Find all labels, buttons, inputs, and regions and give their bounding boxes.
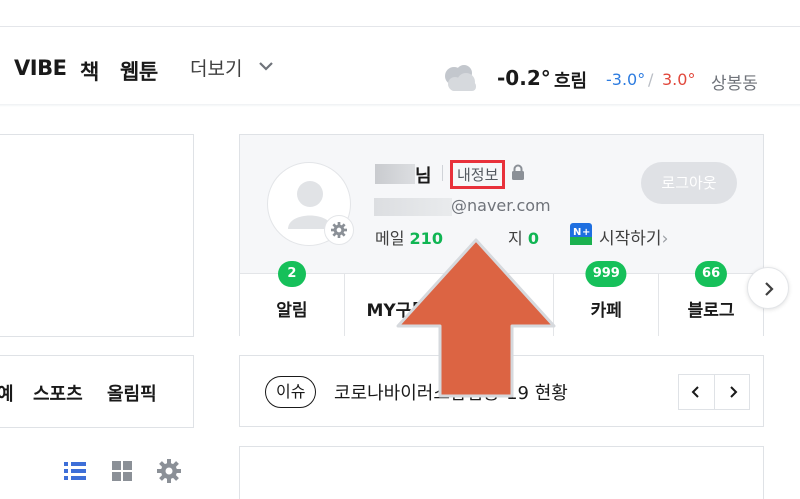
tab-cafe[interactable]: 999 카페 (554, 261, 660, 336)
issue-prev-button[interactable] (679, 375, 715, 409)
temperature-separator: / (648, 70, 654, 89)
start-link-label: 시작하기 (599, 229, 662, 249)
chevron-right-icon (729, 386, 737, 398)
tab-label: 카페 (590, 301, 622, 321)
profile-settings-button[interactable] (324, 215, 354, 245)
lock-icon[interactable] (511, 164, 525, 181)
my-info-link[interactable]: 내정보 (450, 160, 506, 189)
high-temperature: 3.0° (662, 70, 696, 89)
list-view-icon[interactable] (63, 460, 87, 482)
view-toggle-group (60, 458, 190, 488)
chevron-down-icon[interactable] (258, 59, 274, 73)
weather-condition: 흐림 (554, 71, 588, 92)
issue-pagination (678, 374, 750, 410)
weather-location[interactable]: 상봉동 (711, 69, 758, 94)
content-panel (239, 446, 764, 499)
nav-more-button[interactable]: 더보기 (190, 54, 242, 81)
divider (442, 165, 443, 181)
chevron-right-icon (765, 282, 774, 296)
category-bar: 예 스포츠 올림픽 (0, 355, 194, 428)
nav-item-vibe[interactable]: VIBE (14, 56, 67, 80)
user-email-domain: @naver.com (451, 196, 551, 215)
cafe-count-badge: 999 (585, 261, 627, 287)
svg-text:N: N (573, 227, 581, 238)
weather-widget[interactable]: -0.2° 흐림 -3.0° / 3.0° 상봉동 (440, 60, 800, 100)
blog-count-badge: 66 (695, 261, 728, 287)
left-content-panel (0, 134, 194, 337)
user-name-redacted (375, 164, 415, 184)
notification-count-badge: 2 (277, 261, 306, 287)
svg-text:+: + (582, 227, 590, 238)
category-item-olympics[interactable]: 올림픽 (107, 380, 157, 406)
issue-tag: 이슈 (265, 376, 317, 408)
user-email-redacted (374, 198, 452, 216)
chevron-right-icon: › (661, 229, 669, 249)
pointer-arrow-annotation (396, 238, 556, 398)
npay-app-icon[interactable]: N + (570, 223, 592, 245)
category-item-entertainment[interactable]: 예 (0, 380, 14, 406)
start-link[interactable]: 시작하기› (599, 224, 668, 249)
low-temperature: -3.0° (606, 70, 646, 89)
settings-icon[interactable] (157, 459, 181, 483)
tab-label: 블로그 (687, 301, 735, 321)
gear-icon (331, 222, 347, 238)
issue-next-button[interactable] (715, 375, 750, 409)
user-name-suffix: 님 (415, 166, 432, 187)
nav-item-webtoon[interactable]: 웹툰 (120, 56, 158, 86)
category-item-sports[interactable]: 스포츠 (33, 380, 83, 406)
grid-view-icon[interactable] (111, 460, 133, 482)
cloud-icon (445, 65, 476, 91)
header-divider (0, 104, 800, 107)
top-divider (0, 26, 800, 27)
next-button[interactable] (747, 267, 789, 309)
tab-notifications[interactable]: 2 알림 (240, 261, 345, 336)
logout-button[interactable]: 로그아웃 (641, 162, 737, 204)
current-temperature: -0.2° (497, 66, 551, 90)
tab-label: 알림 (276, 301, 308, 321)
chevron-left-icon (691, 386, 699, 398)
nav-item-book[interactable]: 책 (80, 56, 99, 86)
